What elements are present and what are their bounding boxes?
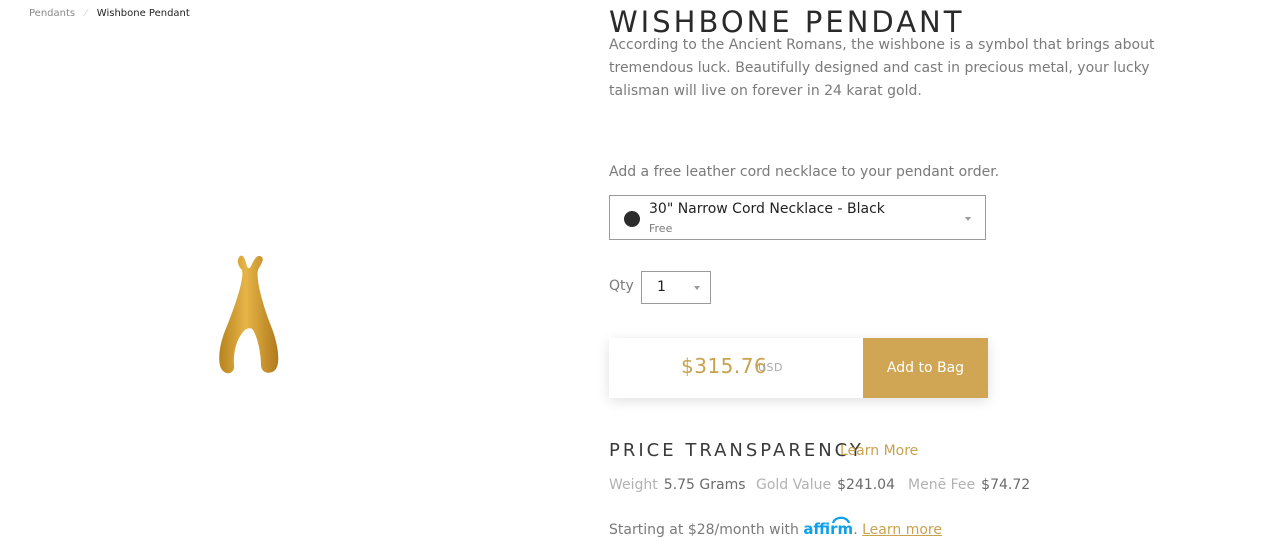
financing-period: .: [853, 522, 858, 538]
price-transparency-heading: PRICE TRANSPARENCY: [609, 440, 864, 461]
affirm-arc-icon: [832, 516, 851, 524]
cord-option-name: 30" Narrow Cord Necklace - Black: [649, 201, 885, 217]
breadcrumb-link-pendants[interactable]: Pendants: [29, 8, 75, 19]
cord-select[interactable]: 30" Narrow Cord Necklace - Black Free: [609, 195, 986, 240]
product-image[interactable]: [205, 248, 295, 380]
gold-value-label: Gold Value: [756, 477, 832, 493]
chevron-down-icon: [965, 217, 971, 221]
price-transparency-learn-more-link[interactable]: Learn More: [840, 443, 918, 459]
wishbone-shape: [219, 255, 279, 374]
color-swatch-icon: [624, 211, 640, 227]
gold-value-value: $241.04: [837, 477, 895, 493]
product-description: According to the Ancient Romans, the wis…: [609, 37, 1155, 99]
mene-fee-stat: Menē Fee $74.72: [908, 477, 1030, 493]
cord-option-price: Free: [649, 222, 673, 235]
qty-label: Qty: [609, 278, 634, 294]
weight-stat: Weight 5.75 Grams: [609, 477, 746, 493]
financing-learn-more-link[interactable]: Learn more: [862, 522, 942, 538]
affirm-logo: affirm: [803, 516, 853, 538]
qty-value: 1: [657, 279, 666, 295]
cord-prompt: Add a free leather cord necklace to your…: [609, 164, 1000, 180]
product-price: $315.76: [681, 354, 768, 378]
add-to-bag-button[interactable]: Add to Bag: [863, 338, 988, 398]
breadcrumb: Pendants ⁄ Wishbone Pendant: [29, 8, 190, 19]
mene-fee-value: $74.72: [981, 477, 1031, 493]
gold-value-stat: Gold Value $241.04: [756, 477, 895, 493]
financing-row: Starting at $28/month with affirm. Learn…: [609, 516, 942, 538]
mene-fee-label: Menē Fee: [908, 477, 976, 493]
breadcrumb-current: Wishbone Pendant: [96, 8, 190, 19]
weight-value: 5.75 Grams: [663, 477, 746, 493]
purchase-panel: $315.76 USD Add to Bag: [609, 338, 988, 398]
weight-label: Weight: [609, 477, 658, 493]
breadcrumb-separator: ⁄: [85, 8, 87, 19]
chevron-down-icon: [694, 286, 700, 290]
price-currency: USD: [758, 361, 784, 374]
qty-select[interactable]: 1: [641, 271, 711, 304]
financing-text: Starting at $28/month with: [609, 522, 799, 538]
